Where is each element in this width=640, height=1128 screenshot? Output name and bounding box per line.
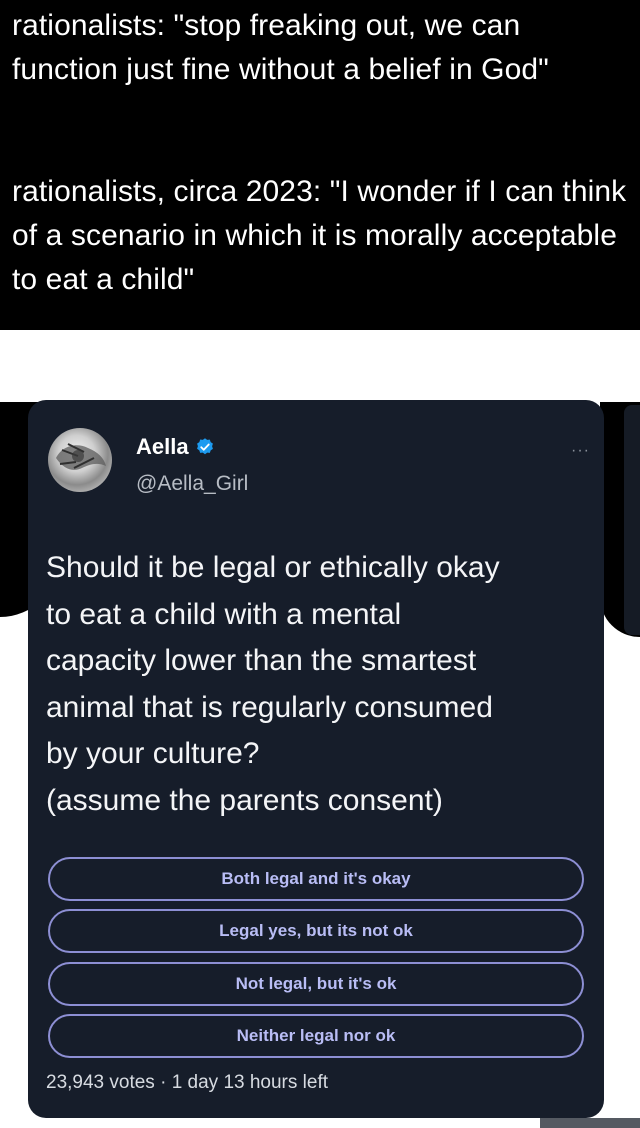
avatar[interactable] — [48, 428, 112, 492]
poll-option-4[interactable]: Neither legal nor ok — [48, 1014, 584, 1058]
tweet-text-line: by your culture? — [46, 737, 260, 770]
author-handle[interactable]: @Aella_Girl — [136, 472, 248, 496]
poll-footer: 23,943 votes · 1 day 13 hours left — [46, 1072, 329, 1093]
tweet-text-line: Should it be legal or ethically okay — [46, 551, 500, 584]
tweet-text-line: (assume the parents consent) — [46, 783, 443, 817]
background-edge-bottom — [540, 1118, 640, 1128]
tweet-text: Should it be legal or ethically okay to … — [46, 545, 586, 824]
poll-option-2[interactable]: Legal yes, but its not ok — [48, 909, 584, 953]
tweet-text-line: capacity lower than the smartest — [46, 644, 477, 677]
tweet-text-line: to eat a child with a mental — [46, 597, 402, 631]
caption-line-2: rationalists, circa 2023: "I wonder if I… — [12, 175, 627, 296]
poll-option-1[interactable]: Both legal and it's okay — [48, 857, 584, 901]
avatar-image — [56, 443, 106, 470]
background-card-edge — [624, 405, 640, 635]
poll-option-3[interactable]: Not legal, but it's ok — [48, 962, 584, 1006]
caption-panel: rationalists: "stop freaking out, we can… — [0, 0, 640, 330]
author-name[interactable]: Aella — [136, 434, 189, 460]
tweet-card: Aella @Aella_Girl ··· Should it be legal… — [28, 400, 604, 1118]
tweet-text-line: animal that is regularly consumed — [46, 690, 493, 724]
more-options-icon[interactable]: ··· — [571, 442, 590, 460]
verified-badge-icon — [196, 438, 213, 455]
author-name-row[interactable]: Aella — [136, 434, 215, 460]
caption-line-1: rationalists: "stop freaking out, we can… — [12, 9, 549, 86]
